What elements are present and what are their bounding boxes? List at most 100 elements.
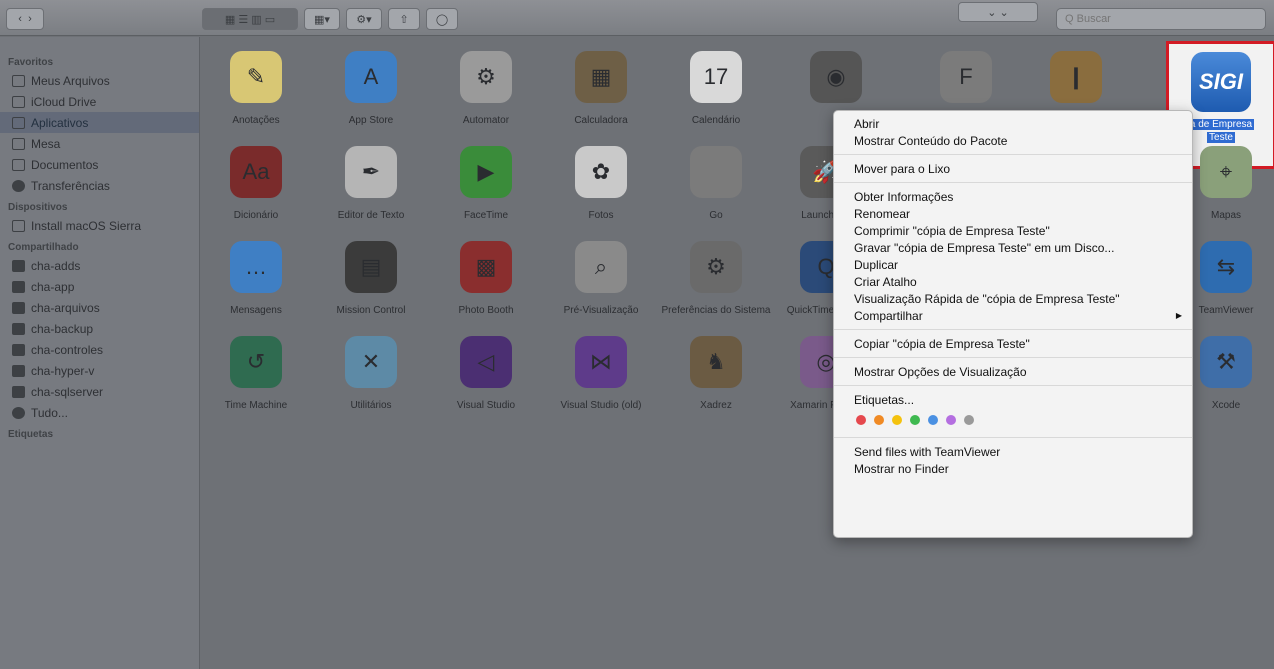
app-item[interactable]: ⌕ Pré-Visualização xyxy=(546,241,656,317)
app-icon[interactable]: ⋈ xyxy=(575,336,627,388)
app-item[interactable]: 17 Calendário xyxy=(661,51,771,127)
sigi-app-icon[interactable]: SIGI xyxy=(1191,52,1251,112)
chevron-left-icon[interactable]: ‹ xyxy=(18,13,22,25)
app-item[interactable]: ✿ Fotos xyxy=(546,146,656,222)
app-item[interactable]: ✕ Utilitários xyxy=(316,336,426,412)
app-icon[interactable]: ↺ xyxy=(230,336,282,388)
app-item[interactable]: Go xyxy=(661,146,771,222)
app-icon[interactable]: ⌖ xyxy=(1200,146,1252,198)
menu-item[interactable]: Abrir xyxy=(834,115,1192,132)
menu-item[interactable]: Mover para o Lixo xyxy=(834,160,1192,177)
app-item[interactable]: ◁ Visual Studio xyxy=(431,336,541,412)
sidebar-item[interactable]: Documentos xyxy=(0,154,199,175)
app-item[interactable]: ⚙ Preferências do Sistema xyxy=(661,241,771,317)
search-field[interactable] xyxy=(1056,8,1266,30)
app-icon[interactable]: F xyxy=(940,51,992,103)
sidebar-item[interactable]: cha-arquivos xyxy=(0,297,199,318)
tag-color-dot[interactable] xyxy=(874,415,884,425)
menu-item[interactable]: Obter Informações xyxy=(834,188,1192,205)
app-icon[interactable]: ◉ xyxy=(810,51,862,103)
path-button[interactable]: ⌄ ⌄ xyxy=(958,2,1038,22)
app-item[interactable]: ✎ Anotações xyxy=(201,51,311,127)
menu-item[interactable]: Mostrar Conteúdo do Pacote xyxy=(834,132,1192,149)
app-icon[interactable]: ▶ xyxy=(460,146,512,198)
menu-item[interactable]: Etiquetas... xyxy=(834,391,1192,408)
app-item[interactable]: ◉ xyxy=(781,51,891,115)
menu-item[interactable]: Mostrar no Finder xyxy=(834,460,1192,477)
menu-item[interactable]: Gravar "cópia de Empresa Teste" em um Di… xyxy=(834,239,1192,256)
app-icon[interactable]: ▩ xyxy=(460,241,512,293)
tag-button[interactable]: ◯ xyxy=(426,8,458,30)
sidebar-item[interactable]: cha-controles xyxy=(0,339,199,360)
app-item[interactable]: ▦ Calculadora xyxy=(546,51,656,127)
sidebar-item[interactable]: Mesa xyxy=(0,133,199,154)
sidebar-item[interactable]: iCloud Drive xyxy=(0,91,199,112)
app-icon[interactable]: … xyxy=(230,241,282,293)
share-button[interactable]: ⇧ xyxy=(388,8,420,30)
view-mode-buttons[interactable]: ▦ ☰ ▥ ▭ xyxy=(202,8,298,30)
app-icon[interactable]: ⚙ xyxy=(460,51,512,103)
sidebar-item[interactable]: cha-app xyxy=(0,276,199,297)
app-item[interactable]: ✒ Editor de Texto xyxy=(316,146,426,222)
app-icon[interactable]: ▤ xyxy=(345,241,397,293)
sidebar-item[interactable]: Tudo... xyxy=(0,402,199,423)
search-input[interactable] xyxy=(1065,13,1215,25)
app-item[interactable]: ▤ Mission Control xyxy=(316,241,426,317)
app-item[interactable]: ♞ Xadrez xyxy=(661,336,771,412)
app-item[interactable]: ⋈ Visual Studio (old) xyxy=(546,336,656,412)
app-icon[interactable]: ✎ xyxy=(230,51,282,103)
arrange-button[interactable]: ▦▾ xyxy=(304,8,340,30)
app-icon[interactable]: ▦ xyxy=(575,51,627,103)
app-item[interactable]: A App Store xyxy=(316,51,426,127)
sidebar-item[interactable]: cha-adds xyxy=(0,255,199,276)
menu-item[interactable]: Compartilhar ▶ xyxy=(834,307,1192,324)
menu-item[interactable]: Send files with TeamViewer xyxy=(834,443,1192,460)
chevron-right-icon[interactable]: › xyxy=(28,13,32,25)
cover-flow-icon[interactable]: ▭ xyxy=(265,13,275,26)
menu-item[interactable]: Criar Atalho xyxy=(834,273,1192,290)
app-icon[interactable] xyxy=(690,146,742,198)
app-icon[interactable]: ✿ xyxy=(575,146,627,198)
app-icon[interactable]: ⚒ xyxy=(1200,336,1252,388)
back-forward-buttons[interactable]: ‹ › xyxy=(6,8,44,30)
app-icon[interactable]: A xyxy=(345,51,397,103)
app-item[interactable]: Aa Dicionário xyxy=(201,146,311,222)
app-item[interactable]: ▶ FaceTime xyxy=(431,146,541,222)
app-item[interactable]: ⚙ Automator xyxy=(431,51,541,127)
menu-item[interactable]: Mostrar Opções de Visualização xyxy=(834,363,1192,380)
sidebar-item[interactable]: Install macOS Sierra xyxy=(0,215,199,236)
app-icon[interactable]: ✒ xyxy=(345,146,397,198)
sidebar-item[interactable]: Meus Arquivos xyxy=(0,70,199,91)
menu-item[interactable]: Duplicar xyxy=(834,256,1192,273)
app-item[interactable]: ↺ Time Machine xyxy=(201,336,311,412)
app-item[interactable]: … Mensagens xyxy=(201,241,311,317)
grid-view-icon[interactable]: ▦ xyxy=(225,13,235,26)
menu-item[interactable]: Renomear xyxy=(834,205,1192,222)
sidebar-item[interactable]: cha-hyper-v xyxy=(0,360,199,381)
app-icon[interactable]: 17 xyxy=(690,51,742,103)
app-icon[interactable]: ⌕ xyxy=(575,241,627,293)
app-icon[interactable]: Aa xyxy=(230,146,282,198)
app-icon[interactable]: ✕ xyxy=(345,336,397,388)
app-icon[interactable]: ♞ xyxy=(690,336,742,388)
tag-color-dot[interactable] xyxy=(964,415,974,425)
menu-item[interactable]: Copiar "cópia de Empresa Teste" xyxy=(834,335,1192,352)
column-view-icon[interactable]: ▥ xyxy=(251,13,261,26)
menu-item[interactable]: Comprimir "cópia de Empresa Teste" xyxy=(834,222,1192,239)
tag-color-dot[interactable] xyxy=(928,415,938,425)
sidebar-item[interactable]: Transferências xyxy=(0,175,199,196)
app-icon[interactable]: ❙ xyxy=(1050,51,1102,103)
menu-item[interactable]: Visualização Rápida de "cópia de Empresa… xyxy=(834,290,1192,307)
app-icon[interactable]: ⚙ xyxy=(690,241,742,293)
app-item[interactable]: F xyxy=(911,51,1021,115)
app-icon[interactable]: ⇆ xyxy=(1200,241,1252,293)
tag-color-dot[interactable] xyxy=(910,415,920,425)
app-item[interactable]: ❙ xyxy=(1021,51,1131,115)
app-icon[interactable]: ◁ xyxy=(460,336,512,388)
tag-color-dot[interactable] xyxy=(856,415,866,425)
action-button[interactable]: ⚙▾ xyxy=(346,8,382,30)
tag-color-dot[interactable] xyxy=(946,415,956,425)
sidebar-item[interactable]: cha-sqlserver xyxy=(0,381,199,402)
tag-color-dot[interactable] xyxy=(892,415,902,425)
sidebar-item[interactable]: cha-backup xyxy=(0,318,199,339)
